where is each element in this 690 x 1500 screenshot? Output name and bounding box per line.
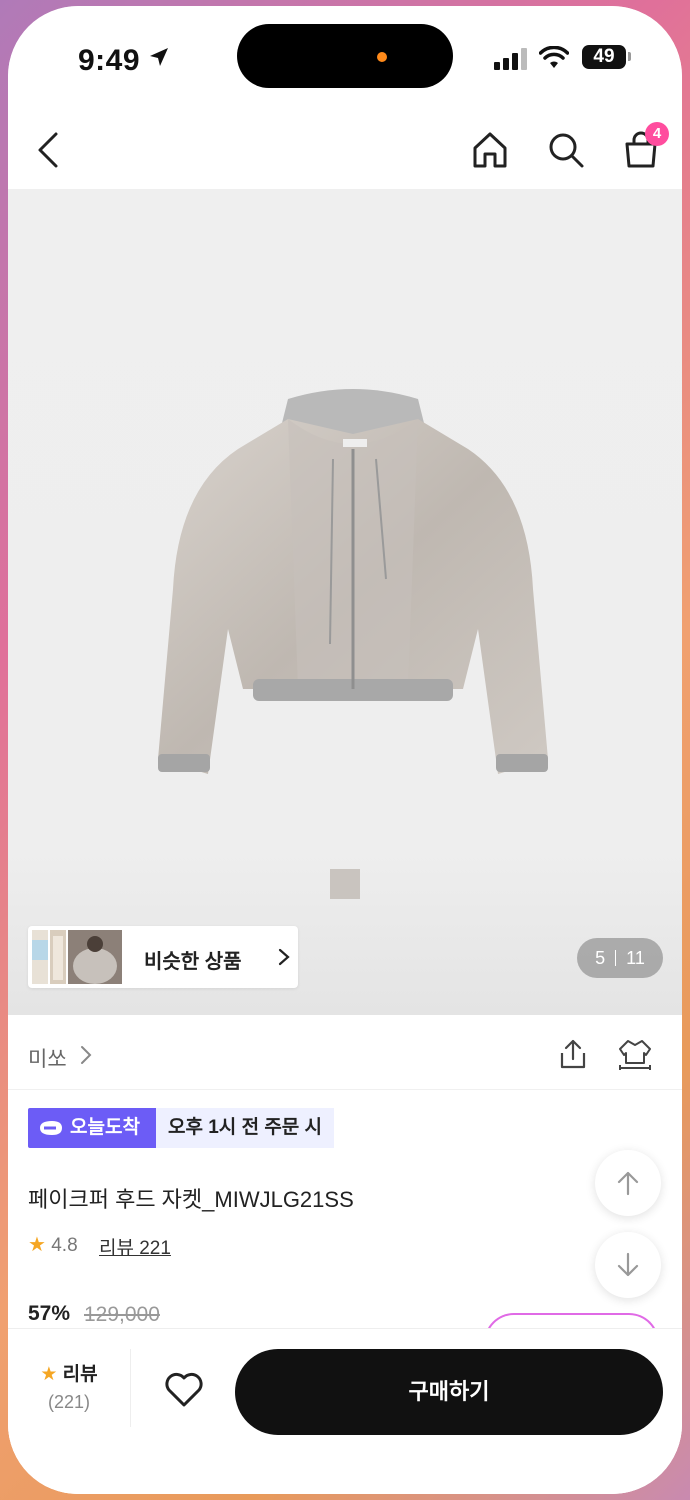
back-arrow-icon[interactable] <box>36 130 60 170</box>
scroll-up-button[interactable] <box>595 1150 661 1216</box>
cellular-signal-icon <box>494 48 527 70</box>
delivery-condition: 오후 1시 전 주문 시 <box>156 1108 334 1148</box>
brand-link[interactable]: 미쏘 <box>28 1043 67 1073</box>
similar-products-label: 비슷한 상품 <box>144 951 242 973</box>
review-summary-button[interactable]: ★ 리뷰 (221) <box>28 1359 110 1413</box>
phone-screen: 9:49 49 4 비슷한 상품 5 11 미쏘 오늘도착 오후 1시 전 주문… <box>8 6 682 1494</box>
dynamic-island <box>237 24 453 88</box>
battery-indicator: 49 <box>582 45 626 69</box>
privacy-dot <box>377 52 387 62</box>
original-price: 129,000 <box>84 1303 160 1326</box>
divider <box>130 1349 131 1427</box>
brand-row: 미쏘 <box>8 1015 682 1090</box>
similar-products-button[interactable]: 비슷한 상품 <box>28 926 298 988</box>
page-current: 5 <box>595 948 606 968</box>
search-icon[interactable] <box>546 130 586 170</box>
bottom-action-bar: ★ 리뷰 (221) 구매하기 <box>8 1328 682 1494</box>
chevron-right-icon <box>81 1046 92 1064</box>
similar-thumbnail-2 <box>50 930 66 984</box>
page-total: 11 <box>626 948 645 968</box>
rating: ★ 4.8 <box>28 1232 78 1257</box>
arrow-up-icon <box>617 1171 639 1196</box>
status-bar: 9:49 49 <box>8 6 682 106</box>
fast-delivery-icon <box>40 1121 62 1135</box>
today-delivery-label: 오늘도착 <box>70 1117 140 1138</box>
share-icon[interactable] <box>556 1037 590 1071</box>
home-icon[interactable] <box>471 130 509 170</box>
similar-thumbnail-3 <box>68 930 122 984</box>
top-nav <box>8 116 682 186</box>
heart-icon[interactable] <box>163 1371 205 1409</box>
review-count: (221) <box>47 1392 91 1412</box>
scroll-down-button[interactable] <box>595 1232 661 1298</box>
star-icon: ★ <box>28 1234 46 1256</box>
battery-cap <box>628 52 631 61</box>
star-icon: ★ <box>40 1364 58 1385</box>
status-time: 9:49 <box>78 44 141 77</box>
gallery-page-indicator: 5 11 <box>577 938 663 978</box>
page-separator <box>615 950 617 966</box>
color-swatch <box>330 869 360 899</box>
buy-button[interactable]: 구매하기 <box>235 1349 663 1435</box>
location-arrow-icon <box>150 48 168 66</box>
rating-value: 4.8 <box>51 1235 78 1256</box>
wifi-icon <box>539 46 569 68</box>
similar-thumbnail-1 <box>32 930 48 984</box>
discount-rate: 57% <box>28 1302 71 1325</box>
review-summary-label: ★ 리뷰 <box>28 1359 110 1386</box>
chevron-right-icon <box>278 948 290 966</box>
product-image <box>158 389 548 774</box>
product-title: 페이크퍼 후드 자켓_MIWJLG21SS <box>28 1187 354 1212</box>
size-fit-icon[interactable] <box>616 1037 654 1071</box>
review-label-text: 리뷰 <box>62 1364 98 1385</box>
arrow-down-icon <box>617 1252 639 1277</box>
cart-count-badge: 4 <box>645 122 669 146</box>
product-image-gallery[interactable]: 비슷한 상품 5 11 <box>8 189 682 1015</box>
today-delivery-badge: 오늘도착 <box>28 1108 156 1148</box>
review-link[interactable]: 리뷰 221 <box>99 1233 171 1260</box>
